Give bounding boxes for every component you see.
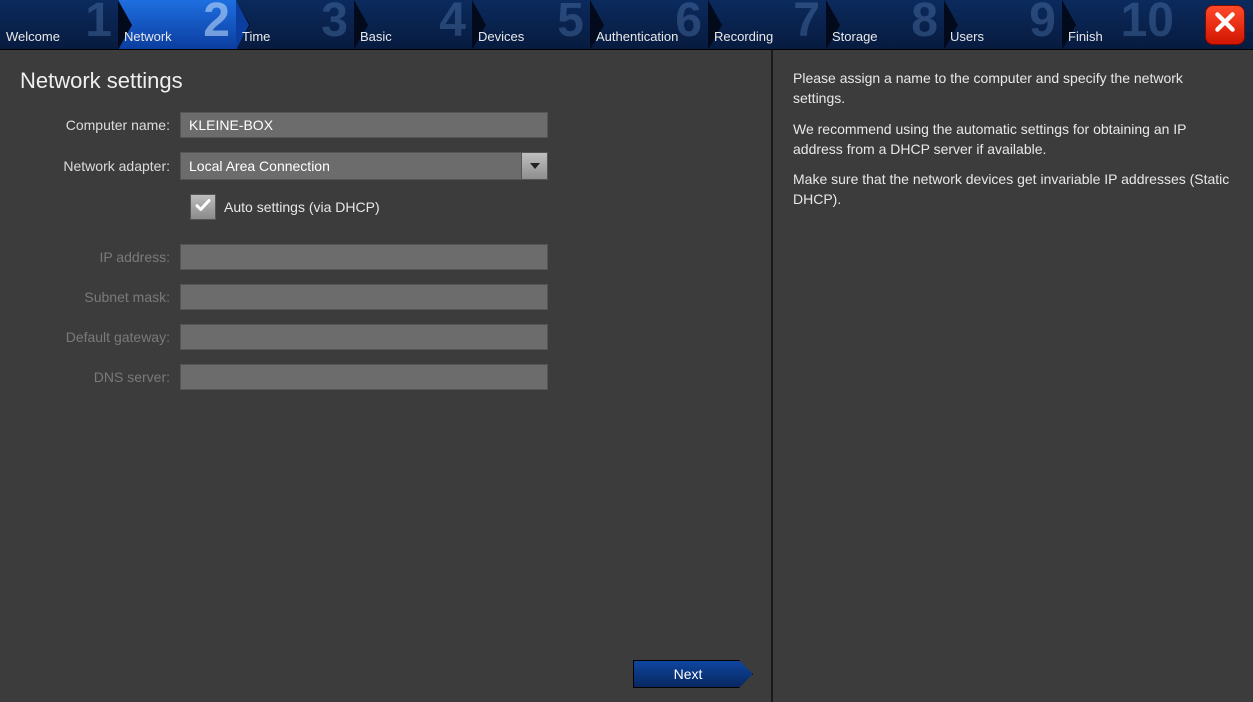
step-label: Users (950, 29, 984, 44)
close-icon (1212, 9, 1238, 40)
step-label: Network (124, 29, 172, 44)
step-recording[interactable]: 7 Recording (708, 0, 826, 49)
step-network[interactable]: 2 Network (118, 0, 236, 49)
next-button[interactable]: Next (633, 660, 753, 688)
step-label: Devices (478, 29, 524, 44)
main-panel: Network settings Computer name: Network … (0, 50, 773, 702)
network-adapter-label: Network adapter: (20, 158, 180, 174)
step-basic[interactable]: 4 Basic (354, 0, 472, 49)
step-label: Time (242, 29, 270, 44)
auto-settings-label: Auto settings (via DHCP) (224, 199, 380, 215)
step-time[interactable]: 3 Time (236, 0, 354, 49)
page-title: Network settings (20, 68, 751, 94)
computer-name-input[interactable] (180, 112, 548, 138)
ip-address-label: IP address: (20, 249, 180, 265)
dns-server-label: DNS server: (20, 369, 180, 385)
dns-server-input (180, 364, 548, 390)
help-text: Make sure that the network devices get i… (793, 169, 1233, 210)
check-icon (194, 196, 212, 219)
close-button[interactable] (1205, 5, 1245, 45)
help-text: We recommend using the automatic setting… (793, 119, 1233, 160)
chevron-down-icon (521, 153, 547, 179)
next-button-label: Next (674, 666, 703, 682)
step-authentication[interactable]: 6 Authentication (590, 0, 708, 49)
step-storage[interactable]: 8 Storage (826, 0, 944, 49)
step-welcome[interactable]: 1 Welcome (0, 0, 118, 49)
step-users[interactable]: 9 Users (944, 0, 1062, 49)
step-label: Storage (832, 29, 878, 44)
step-label: Basic (360, 29, 392, 44)
default-gateway-label: Default gateway: (20, 329, 180, 345)
wizard-step-bar: 1 Welcome 2 Network 3 Time 4 Basic 5 Dev… (0, 0, 1253, 50)
computer-name-label: Computer name: (20, 117, 180, 133)
subnet-mask-label: Subnet mask: (20, 289, 180, 305)
auto-settings-checkbox[interactable] (190, 194, 216, 220)
help-text: Please assign a name to the computer and… (793, 68, 1233, 109)
step-label: Authentication (596, 29, 678, 44)
step-finish[interactable]: 10 Finish (1062, 0, 1180, 49)
step-label: Welcome (6, 29, 60, 44)
network-adapter-select[interactable]: Local Area Connection (180, 152, 548, 180)
ip-address-input (180, 244, 548, 270)
step-label: Finish (1068, 29, 1103, 44)
help-panel: Please assign a name to the computer and… (773, 50, 1253, 702)
step-devices[interactable]: 5 Devices (472, 0, 590, 49)
step-label: Recording (714, 29, 773, 44)
network-adapter-value: Local Area Connection (189, 158, 330, 174)
default-gateway-input (180, 324, 548, 350)
subnet-mask-input (180, 284, 548, 310)
